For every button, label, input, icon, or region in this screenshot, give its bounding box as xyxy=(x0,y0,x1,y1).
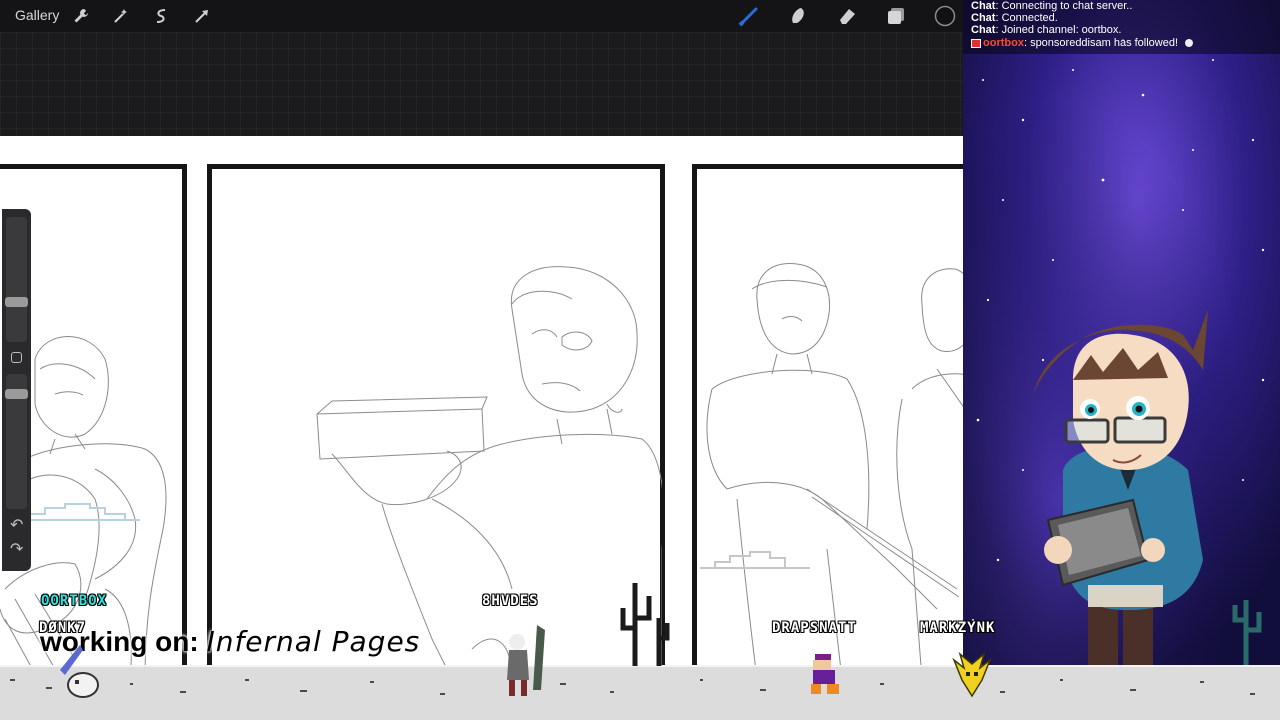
opacity-knob[interactable] xyxy=(5,389,28,399)
chat-prefix: Chat xyxy=(971,24,996,36)
top-toolbar: Gallery xyxy=(0,0,963,32)
chat-text: : Joined channel: oortbox. xyxy=(995,24,1122,36)
viewer-sprite-8hvdes xyxy=(507,625,545,696)
viewer-sprite-oortbox xyxy=(60,645,99,698)
undo-icon[interactable]: ↶ xyxy=(10,515,23,534)
stream-overlay: Chat: Connecting to chat server.. Chat: … xyxy=(963,0,1280,665)
redo-icon[interactable]: ↷ xyxy=(10,539,23,558)
gallery-button[interactable]: Gallery xyxy=(15,7,59,23)
layers-icon[interactable] xyxy=(885,5,907,27)
brush-size-knob[interactable] xyxy=(5,297,28,307)
chat-line: Chat: Connected. xyxy=(971,12,1058,24)
chat-prefix: Chat xyxy=(971,12,996,24)
chat-line: Chat: Joined channel: oortbox. xyxy=(971,24,1121,36)
wrench-icon[interactable] xyxy=(70,5,92,27)
broadcaster-badge-icon xyxy=(971,38,981,48)
magic-wand-icon[interactable] xyxy=(110,5,132,27)
viewer-name-drapsnatt: DRAPSNATT xyxy=(772,620,857,636)
transform-icon[interactable] xyxy=(191,5,213,27)
comic-panel-3 xyxy=(692,164,963,665)
ground-specks xyxy=(10,679,1255,695)
viewer-sprite-drapsnatt xyxy=(811,654,839,694)
viewer-name-oortbox: OORTBOX xyxy=(41,593,108,609)
galaxy-background xyxy=(963,0,1280,665)
brush-size-slider[interactable] xyxy=(6,217,27,342)
chat-prefix: Chat xyxy=(971,0,996,12)
procreate-app: Gallery ↶ ↷ xyxy=(0,0,963,665)
comic-panel-2 xyxy=(207,164,665,665)
sketch-figure-2 xyxy=(316,266,662,665)
sketch-figure-3 xyxy=(706,263,963,665)
viewer-sprite-markzynk xyxy=(952,651,992,698)
color-icon[interactable] xyxy=(934,5,956,27)
eraser-icon[interactable] xyxy=(836,5,858,27)
brush-size-sidebar: ↶ ↷ xyxy=(2,209,31,571)
pixel-ground xyxy=(0,665,1280,720)
project-name: Infernal Pages xyxy=(206,625,421,658)
brush-icon[interactable] xyxy=(738,5,760,27)
chat-username: oortbox xyxy=(983,37,1024,49)
pixel-cloud-2 xyxy=(700,551,810,569)
canvas-background xyxy=(0,32,963,136)
square-modify-button[interactable] xyxy=(11,352,22,363)
chat-text: : sponsoreddisam has followed! xyxy=(1023,37,1179,49)
chat-text: : Connecting to chat server.. xyxy=(995,0,1133,12)
pixel-cloud xyxy=(10,503,140,521)
chat-line: oortbox: sponsoreddisam has followed! xyxy=(971,37,1194,49)
cactus-left xyxy=(620,583,670,666)
viewer-name-markzynk: MARKZYNK xyxy=(920,620,996,636)
chat-text: : Connected. xyxy=(995,12,1058,24)
viewer-name-8hvdes: 8HVDES xyxy=(482,593,539,609)
drawing-canvas[interactable] xyxy=(0,136,963,665)
chat-box: Chat: Connecting to chat server.. Chat: … xyxy=(963,0,1280,54)
selection-icon[interactable] xyxy=(150,5,172,27)
smudge-icon[interactable] xyxy=(787,5,809,27)
emote-icon xyxy=(1185,39,1194,48)
chat-line: Chat: Connecting to chat server.. xyxy=(971,0,1132,12)
